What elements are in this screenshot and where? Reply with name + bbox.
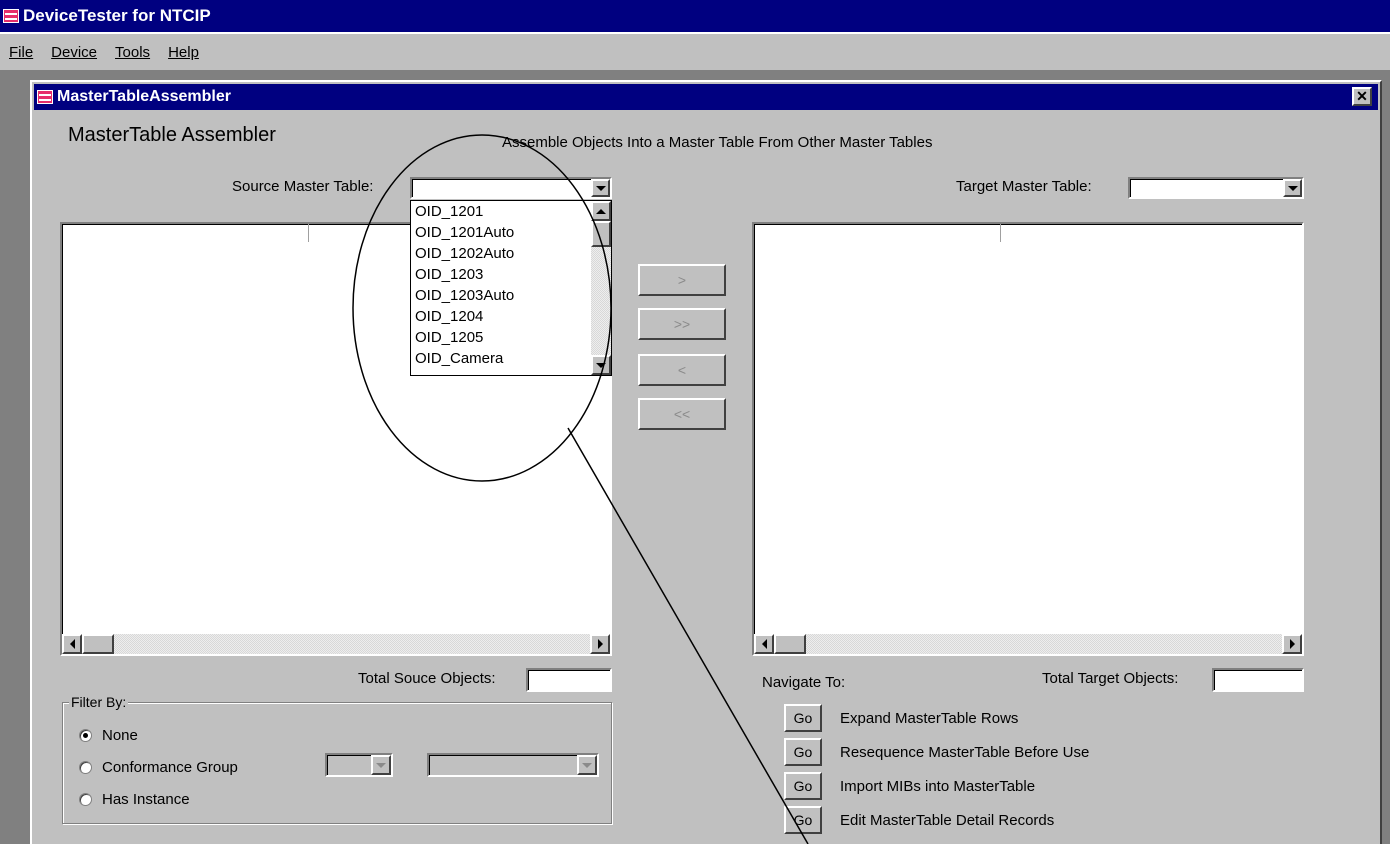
dropdown-option[interactable]: OID_1203 [411,264,611,285]
window-close-button[interactable]: ✕ [1352,87,1372,106]
menu-device[interactable]: Device [42,44,106,61]
dropdown-option[interactable]: OID_Camera [411,348,611,369]
source-master-table-dropdown-list[interactable]: OID_1201 OID_1201Auto OID_1202Auto OID_1… [410,200,612,376]
chevron-down-icon [595,185,606,191]
target-master-table-combo[interactable] [1128,177,1304,199]
arrow-left-icon [761,639,767,649]
remove-all-label: << [673,406,691,422]
total-target-objects-field [1212,668,1304,692]
dropdown-option[interactable]: OID_1204 [411,306,611,327]
conformance-detail-dropdown-button[interactable] [577,755,597,775]
total-target-objects-label: Total Target Objects: [1042,670,1179,687]
target-master-table-label: Target Master Table: [956,178,1092,195]
move-all-label: >> [673,316,691,332]
dropdown-scroll-up-button[interactable] [591,201,611,221]
app-title: DeviceTester for NTCIP [23,6,211,25]
expand-rows-label: Expand MasterTable Rows [840,710,1019,727]
dropdown-option[interactable]: OID_1201Auto [411,222,611,243]
window-title-bar: MasterTableAssembler [34,84,1378,110]
chevron-down-icon [582,762,592,768]
arrow-down-icon [596,362,606,368]
dropdown-option[interactable]: OID_1203Auto [411,285,611,306]
app-logo-icon [3,9,19,23]
target-objects-list[interactable] [752,222,1304,656]
source-scroll-right-button[interactable] [590,634,610,654]
radio-has-instance[interactable] [79,793,92,806]
conformance-detail-combo[interactable] [427,753,599,777]
window-title: MasterTableAssembler [57,88,231,105]
remove-selected-button[interactable]: < [638,354,726,386]
menu-tools-label: Tools [115,43,151,61]
filter-option-conformance-group-label: Conformance Group [102,759,238,776]
move-all-button[interactable]: >> [638,308,726,340]
source-combo-dropdown-button[interactable] [591,179,610,197]
dropdown-scroll-thumb[interactable] [591,221,611,247]
target-scroll-right-button[interactable] [1282,634,1302,654]
chevron-down-icon [1287,185,1298,191]
total-source-objects-field [526,668,612,692]
target-list-hscrollbar[interactable] [754,634,1302,654]
target-scroll-left-button[interactable] [754,634,774,654]
go-label: Go [793,744,813,760]
source-list-hscrollbar[interactable] [62,634,610,654]
menu-help[interactable]: Help [159,44,208,61]
go-expand-rows-button[interactable]: Go [784,704,822,732]
filter-option-conformance-group[interactable]: Conformance Group [79,759,238,776]
filter-option-has-instance[interactable]: Has Instance [79,791,190,808]
filter-option-none[interactable]: None [79,727,138,744]
menu-tools[interactable]: Tools [106,44,159,61]
arrow-up-icon [596,208,606,214]
dropdown-option[interactable]: OID_1202Auto [411,243,611,264]
target-combo-dropdown-button[interactable] [1283,179,1302,197]
filter-by-legend: Filter By: [69,694,129,710]
window-logo-icon [37,90,53,104]
dropdown-option[interactable]: OID_1205 [411,327,611,348]
go-label: Go [793,710,813,726]
navigate-to-label: Navigate To: [762,674,846,691]
close-icon: ✕ [1356,88,1368,104]
go-label: Go [793,778,813,794]
arrow-right-icon [597,639,603,649]
source-master-table-combo[interactable] [410,177,612,199]
remove-all-button[interactable]: << [638,398,726,430]
arrow-right-icon [1289,639,1295,649]
go-import-mibs-button[interactable]: Go [784,772,822,800]
master-table-assembler-window: MasterTableAssembler ✕ MasterTable Assem… [30,80,1382,844]
dropdown-scroll-down-button[interactable] [591,355,611,375]
menu-help-label: Help [168,43,199,61]
edit-detail-label: Edit MasterTable Detail Records [840,812,1055,829]
target-scroll-thumb[interactable] [774,634,806,654]
conformance-group-dropdown-button[interactable] [371,755,391,775]
form-heading: MasterTable Assembler [68,124,276,146]
filter-option-has-instance-label: Has Instance [102,791,190,808]
total-source-objects-label: Total Souce Objects: [358,670,496,687]
dropdown-vscrollbar[interactable] [591,201,611,375]
menu-device-label: Device [51,43,98,61]
dropdown-option[interactable]: OID_1201 [411,201,611,222]
move-selected-button[interactable]: > [638,264,726,296]
radio-none[interactable] [79,729,92,742]
menu-file-label: File [9,43,34,61]
go-resequence-button[interactable]: Go [784,738,822,766]
resequence-label: Resequence MasterTable Before Use [840,744,1090,761]
menu-bar: File Device Tools Help [0,32,1390,72]
filter-by-group: Filter By: None Conformance Group Has In… [62,694,612,824]
source-scroll-thumb[interactable] [82,634,114,654]
menu-file[interactable]: File [0,44,42,61]
source-master-table-label: Source Master Table: [232,178,374,195]
remove-selected-label: < [677,362,687,378]
source-scroll-left-button[interactable] [62,634,82,654]
form-subtitle: Assemble Objects Into a Master Table Fro… [502,134,933,151]
filter-option-none-label: None [102,727,138,744]
move-selected-label: > [677,272,687,288]
source-list-column-divider [308,224,309,242]
import-mibs-label: Import MIBs into MasterTable [840,778,1036,795]
app-title-bar: DeviceTester for NTCIP [0,0,1390,32]
chevron-down-icon [376,762,386,768]
go-edit-detail-button[interactable]: Go [784,806,822,834]
radio-conformance-group[interactable] [79,761,92,774]
target-list-column-divider [1000,224,1001,242]
arrow-left-icon [69,639,75,649]
go-label: Go [793,812,813,828]
